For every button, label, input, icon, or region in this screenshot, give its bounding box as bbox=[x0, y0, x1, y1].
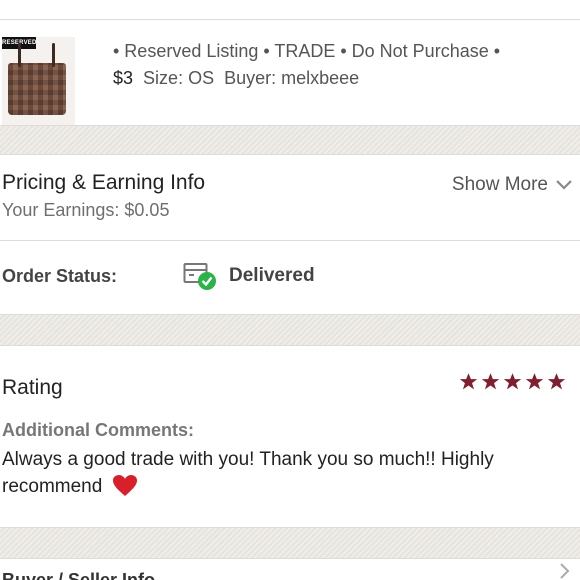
chevron-down-icon bbox=[556, 180, 572, 190]
star-icon bbox=[459, 373, 478, 390]
next-section-label: Buyer / Seller Info bbox=[2, 570, 156, 580]
rating-top-divider bbox=[0, 345, 580, 346]
star-icon bbox=[525, 373, 544, 390]
bag-handle-right bbox=[52, 43, 55, 67]
show-more-label: Show More bbox=[451, 174, 548, 195]
rating-comment: Always a good trade with you! Thank you … bbox=[2, 446, 562, 500]
listing-buyer: Buyer: melxbeee bbox=[224, 68, 360, 88]
listing-thumbnail[interactable]: RESERVED bbox=[2, 37, 75, 129]
listing-row[interactable]: RESERVED • Reserved Listing • TRADE • Do… bbox=[0, 20, 580, 129]
bag-image bbox=[8, 43, 66, 115]
chevron-right-icon bbox=[560, 563, 570, 579]
star-icon bbox=[503, 373, 522, 390]
listing-meta: $3 Size: OS Buyer: melxbeee bbox=[113, 65, 500, 92]
pricing-title: Pricing & Earning Info bbox=[2, 171, 206, 194]
star-icon bbox=[481, 373, 500, 390]
additional-comments-label: Additional Comments: bbox=[2, 420, 194, 440]
section-gap-3 bbox=[0, 528, 580, 558]
order-status-label: Order Status: bbox=[2, 266, 118, 286]
heart-icon bbox=[112, 475, 137, 496]
rating-title: Rating bbox=[2, 376, 63, 399]
listing-details: • Reserved Listing • TRADE • Do Not Purc… bbox=[113, 38, 500, 92]
box-delivered-icon bbox=[183, 263, 216, 290]
listing-price: $3 bbox=[113, 68, 134, 88]
listing-size: Size: OS bbox=[143, 68, 215, 88]
show-more-button[interactable]: Show More bbox=[452, 174, 572, 196]
pricing-divider bbox=[0, 240, 580, 241]
rating-stars bbox=[459, 372, 566, 391]
your-earnings: Your Earnings: $0.05 bbox=[2, 200, 170, 220]
order-status-value: Delivered bbox=[229, 265, 315, 286]
bag-handle-left bbox=[18, 43, 21, 67]
star-icon bbox=[547, 373, 566, 390]
next-section[interactable]: Buyer / Seller Info bbox=[0, 559, 580, 580]
section-gap-2 bbox=[0, 315, 580, 345]
pricing-top-divider bbox=[0, 154, 580, 155]
rating-comment-text: Always a good trade with you! Thank you … bbox=[2, 449, 494, 497]
section-gap bbox=[0, 126, 580, 154]
listing-title: • Reserved Listing • TRADE • Do Not Purc… bbox=[113, 41, 501, 61]
